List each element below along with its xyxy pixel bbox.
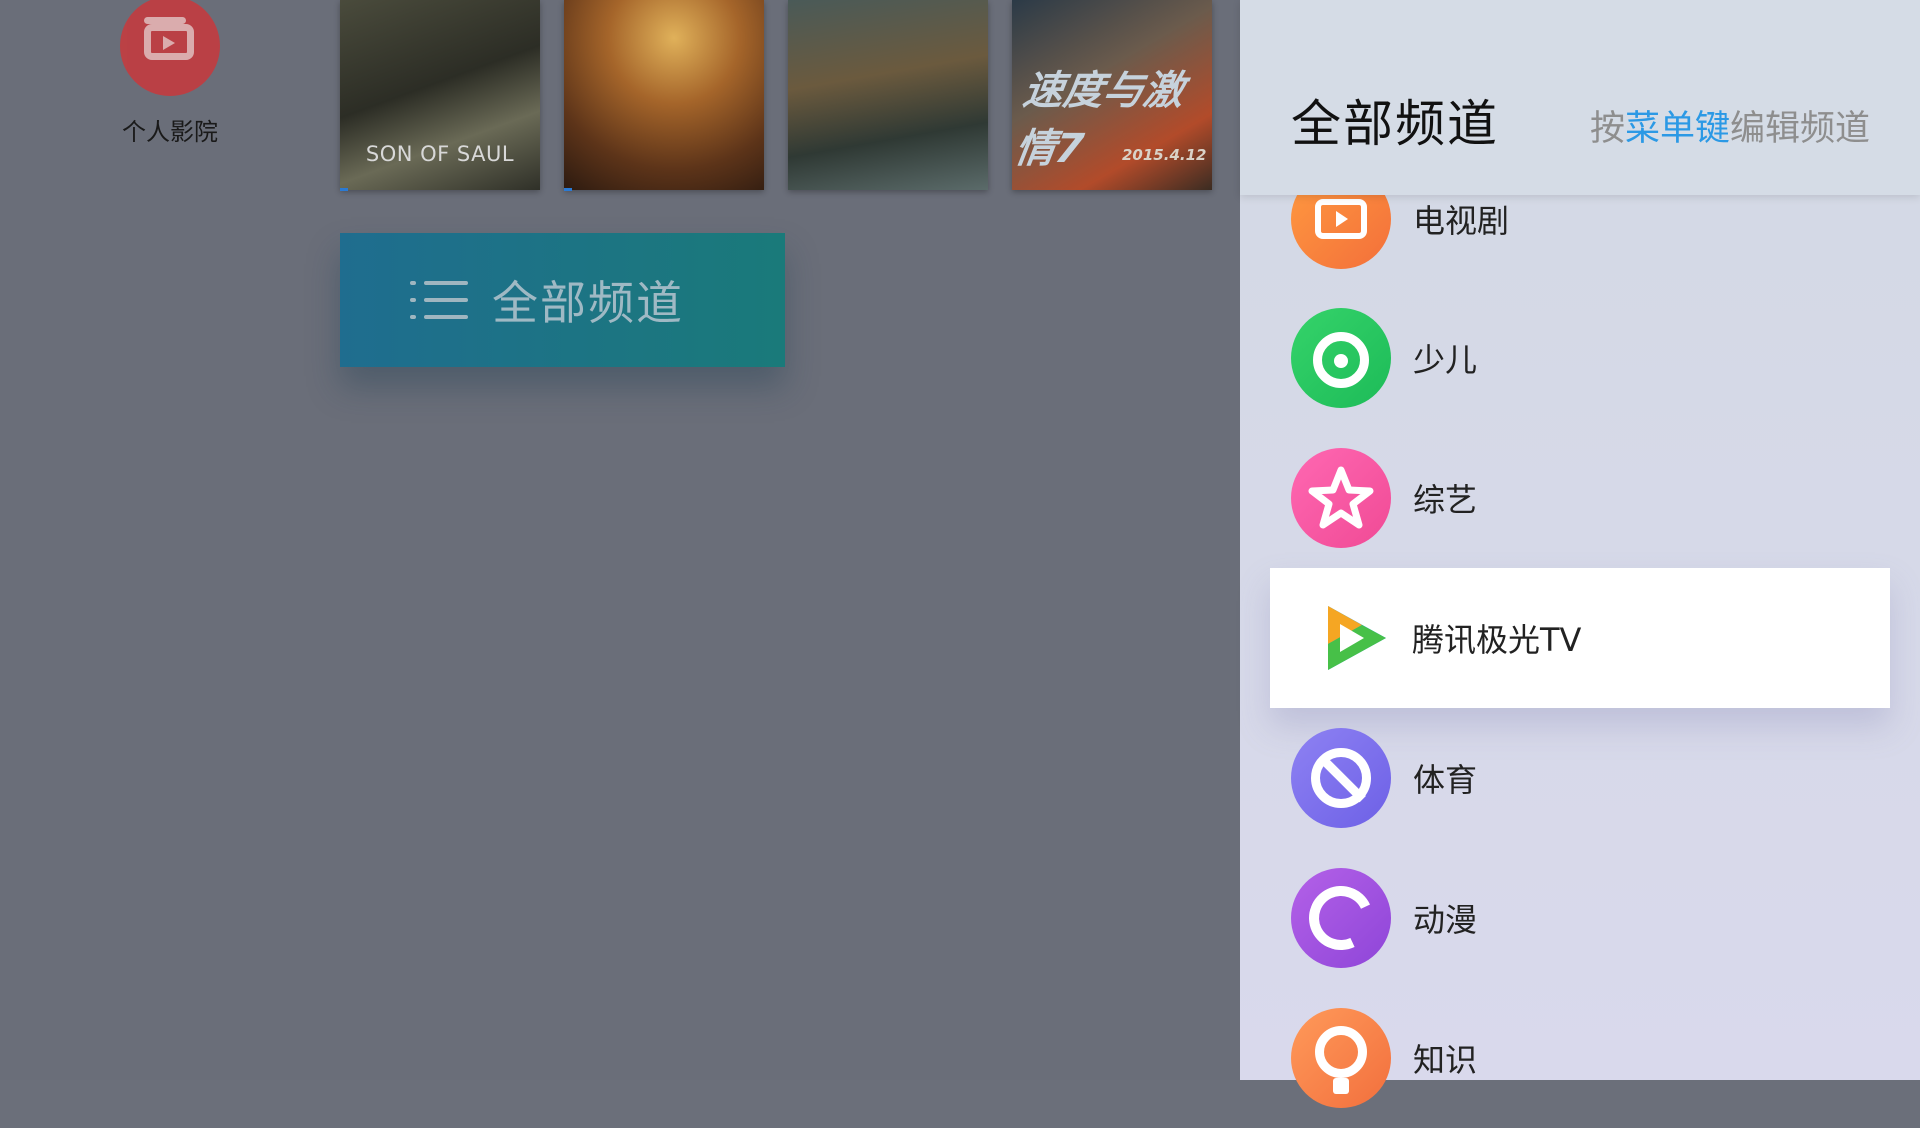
hint-menu-key: 菜单键 [1624,109,1730,149]
channel-label: 体育 [1413,761,1478,799]
channel-item-anime[interactable]: 动漫 [1291,848,1891,988]
poster-fast-furious-7[interactable]: 速度与激情7 2015.4.12 [1012,0,1212,190]
channel-label: 少儿 [1413,341,1478,379]
all-channels-button[interactable]: 全部频道 [340,233,785,367]
all-channels-label: 全部频道 [492,276,684,330]
panel-title: 全部频道 [1291,95,1499,153]
channel-label: 电视剧 [1413,202,1510,240]
poster-indicator [340,188,348,191]
knowledge-icon [1291,1008,1391,1108]
poster-movie-2[interactable] [564,0,764,190]
tencent-video-icon [1300,588,1400,688]
personal-cinema-label: 个人影院 [122,118,218,146]
poster-movie-3[interactable] [788,0,988,190]
poster-son-of-saul[interactable]: SON OF SAUL [340,0,540,190]
anime-icon [1291,868,1391,968]
channel-label: 综艺 [1413,481,1478,519]
channel-item-tencent-tv[interactable]: 腾讯极光TV [1270,568,1890,708]
channel-label: 腾讯极光TV [1412,621,1582,659]
personal-cinema-icon [120,0,220,96]
poster-indicator [564,188,572,191]
poster-title: SON OF SAUL [365,142,515,166]
personal-cinema-tile[interactable]: 个人影院 [105,0,235,147]
channel-item-kids[interactable]: 少儿 [1291,288,1891,428]
channel-label: 知识 [1413,1041,1478,1079]
poster-subtitle: 2015.4.12 [1122,146,1207,164]
channel-label: 动漫 [1413,901,1478,939]
channel-panel: 全部频道 按菜单键编辑频道 电视剧 少儿 综艺 腾讯极光TV 体育 动漫 知识 [1240,0,1920,1108]
star-icon [1291,448,1391,548]
channel-item-variety[interactable]: 综艺 [1291,428,1891,568]
sports-icon [1291,728,1391,828]
edit-hint: 按菜单键编辑频道 [1590,100,1870,151]
hint-suffix: 编辑频道 [1729,109,1870,149]
menu-list-icon [410,277,468,323]
kids-icon [1291,308,1391,408]
panel-header: 全部频道 按菜单键编辑频道 [1240,0,1920,195]
channel-item-knowledge[interactable]: 知识 [1291,988,1891,1128]
channel-item-sports[interactable]: 体育 [1291,708,1891,848]
hint-prefix: 按 [1589,109,1625,149]
